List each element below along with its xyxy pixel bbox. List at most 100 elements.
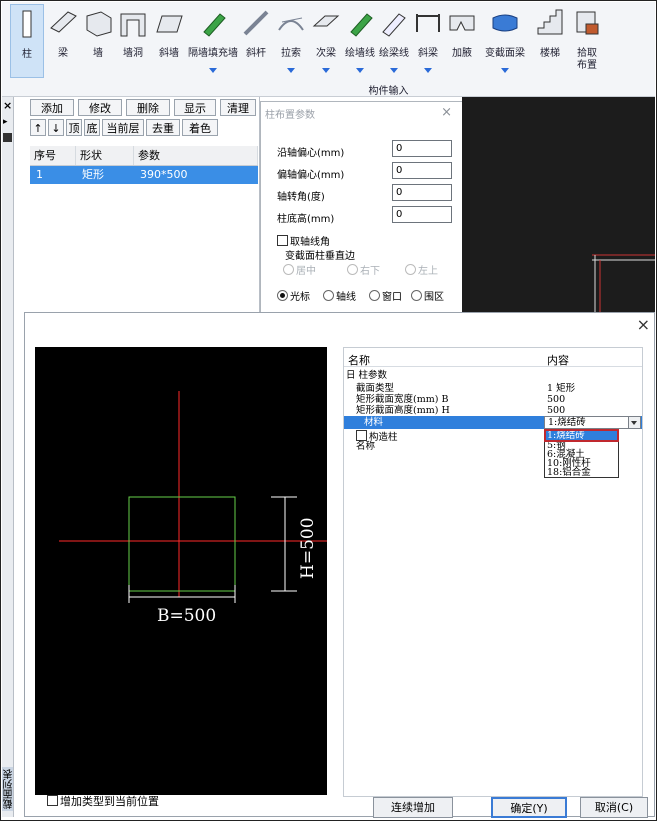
ribbon-button-secondary-beam[interactable]: 次梁	[310, 4, 342, 76]
ribbon-button-label: 楼梯	[540, 48, 560, 59]
ribbon-button-variable-beam[interactable]: 变截面梁	[480, 4, 530, 76]
ribbon-button-label: 拉索	[281, 48, 301, 59]
ribbon-button-haunch[interactable]: 加腋	[446, 4, 478, 76]
column-header-params[interactable]: 参数	[134, 146, 258, 165]
toolbar-button[interactable]: 删除	[126, 99, 170, 116]
toolbar-button[interactable]: 去重	[146, 119, 180, 136]
ribbon-button-brace[interactable]: 斜杆	[240, 4, 272, 76]
toolbar-button[interactable]: 顶	[66, 119, 82, 136]
prop-row-height-h[interactable]: 矩形截面高度(mm) H 500	[344, 405, 642, 416]
radio-region[interactable]: 围区	[411, 288, 444, 303]
material-dropdown-list: 1:烧结砖 5:钢 6:混凝土 10:刚性杆 18:铝合金	[544, 429, 619, 478]
chevron-down-icon[interactable]	[424, 68, 432, 73]
ribbon-button-wall-opening[interactable]: 墙洞	[116, 4, 150, 76]
close-icon[interactable]: ×	[3, 99, 12, 112]
toolbar-button[interactable]: 着色	[182, 119, 218, 136]
field-label: 柱底高(mm)	[277, 214, 335, 225]
take-axis-angle-checkbox[interactable]: 取轴线角	[277, 233, 330, 248]
wall-opening-icon	[120, 13, 146, 37]
radio-cursor[interactable]: 光标	[277, 288, 310, 303]
ribbon-button-beam[interactable]: 梁	[46, 4, 80, 76]
variable-beam-icon	[492, 14, 518, 32]
prop-key: 材料	[364, 417, 384, 428]
chevron-down-icon[interactable]	[390, 68, 398, 73]
toolbar-button[interactable]: ↑	[30, 119, 46, 136]
ribbon-button-label: 次梁	[316, 48, 336, 59]
ribbon-button-pick-layout[interactable]: 拾取 布置	[570, 4, 604, 76]
table-row[interactable]: 1 矩形 390*500	[30, 166, 258, 184]
ribbon-button-cable[interactable]: 拉索	[274, 4, 308, 76]
prop-row-width-b[interactable]: 矩形截面宽度(mm) B 500	[344, 394, 642, 405]
off-axis-offset-input[interactable]: 0	[392, 162, 452, 179]
column-base-height-input[interactable]: 0	[392, 206, 452, 223]
prop-row-material[interactable]: 材料 1:烧结砖	[344, 416, 642, 429]
drawing-canvas[interactable]	[462, 97, 655, 312]
material-select[interactable]: 1:烧结砖	[544, 416, 641, 429]
variable-section-title: 变截面柱垂直边	[285, 251, 355, 262]
chevron-down-icon[interactable]	[356, 68, 364, 73]
chevron-down-icon[interactable]	[322, 68, 330, 73]
prop-group-column[interactable]: 日 柱参数	[344, 370, 642, 381]
chevron-down-icon[interactable]	[628, 417, 640, 428]
ribbon-button-stair[interactable]: 楼梯	[532, 4, 568, 76]
toolbar-button[interactable]: 修改	[78, 99, 122, 116]
dialog-title: 柱布置参数	[265, 110, 315, 121]
ok-button[interactable]: 确定(Y)	[491, 797, 567, 818]
ribbon-button-partition-wall[interactable]: 隔墙填充墙	[188, 4, 238, 76]
constructional-column-checkbox[interactable]	[356, 430, 367, 441]
chevron-down-icon[interactable]	[287, 68, 295, 73]
column-outline	[128, 496, 236, 592]
ribbon-button-label: 绘梁线	[379, 48, 409, 59]
slant-beam-icon	[416, 14, 440, 32]
prop-key: 矩形截面宽度(mm) B	[356, 394, 449, 405]
panel-icon[interactable]	[3, 133, 12, 142]
toolbar-button[interactable]: 清理	[220, 99, 256, 116]
pin-icon[interactable]: ▸	[3, 117, 8, 127]
material-option[interactable]: 18:铝合金	[545, 468, 618, 478]
ribbon-button-slant-beam[interactable]: 斜梁	[412, 4, 444, 76]
h-dimension-label: H=500	[298, 517, 318, 579]
radio-bottom-right[interactable]: 右下	[347, 262, 380, 277]
brace-icon	[243, 10, 269, 36]
radio-axis[interactable]: 轴线	[323, 288, 356, 303]
ribbon-button-slant-wall[interactable]: 斜墙	[152, 4, 186, 76]
close-icon[interactable]: ×	[441, 105, 452, 120]
chevron-down-icon[interactable]	[501, 68, 509, 73]
ribbon-button-draw-wall-line[interactable]: 绘墙线	[344, 4, 376, 76]
toolbar-button[interactable]: 添加	[30, 99, 74, 116]
ribbon-button-label: 墙	[93, 48, 103, 59]
radio-center[interactable]: 居中	[283, 262, 316, 277]
axis-rotation-input[interactable]: 0	[392, 184, 452, 201]
ribbon-button-label: 斜杆	[246, 48, 266, 59]
haunch-icon	[449, 15, 475, 31]
prop-row-section-type[interactable]: 截面类型 1 矩形	[344, 383, 642, 394]
checkbox-box[interactable]	[47, 795, 58, 806]
radio-top-left[interactable]: 左上	[405, 262, 438, 277]
toolbar-button[interactable]: 当前层	[102, 119, 144, 136]
cancel-button[interactable]: 取消(C)	[580, 797, 648, 818]
close-icon[interactable]: ×	[637, 315, 650, 334]
column-header-index[interactable]: 序号	[30, 146, 76, 165]
cell-params: 390*500	[140, 168, 188, 181]
ribbon-button-draw-beam-line[interactable]: 绘梁线	[378, 4, 410, 76]
continue-add-button[interactable]: 连续增加	[373, 797, 453, 818]
toolbar-button[interactable]: 显示	[174, 99, 216, 116]
ribbon-button-column[interactable]: 柱	[10, 4, 44, 78]
along-axis-offset-input[interactable]: 0	[392, 140, 452, 157]
checkbox-box[interactable]	[277, 235, 288, 246]
column-header-shape[interactable]: 形状	[76, 146, 134, 165]
ribbon-button-label: 隔墙填充墙	[188, 48, 238, 59]
section-preview: B=500 H=500	[35, 347, 327, 795]
stair-icon	[537, 9, 563, 35]
b-dimension-label: B=500	[157, 606, 216, 626]
radio-window[interactable]: 窗口	[369, 288, 402, 303]
toolbar-button[interactable]: 底	[84, 119, 100, 136]
section-list-tab[interactable]: 截面列表	[2, 767, 15, 811]
ribbon-button-label: 梁	[58, 48, 68, 59]
ribbon-button-wall[interactable]: 墙	[82, 4, 114, 76]
property-grid: 名称 内容 日 柱参数 截面类型 1 矩形 矩形截面宽度(mm) B 500 矩形截…	[343, 347, 643, 797]
chevron-down-icon[interactable]	[209, 68, 217, 73]
toolbar-button[interactable]: ↓	[48, 119, 64, 136]
left-dock-strip: × ▸ 截面列表	[2, 97, 15, 817]
add-to-position-checkbox[interactable]: 增加类型到当前位置	[47, 793, 159, 809]
